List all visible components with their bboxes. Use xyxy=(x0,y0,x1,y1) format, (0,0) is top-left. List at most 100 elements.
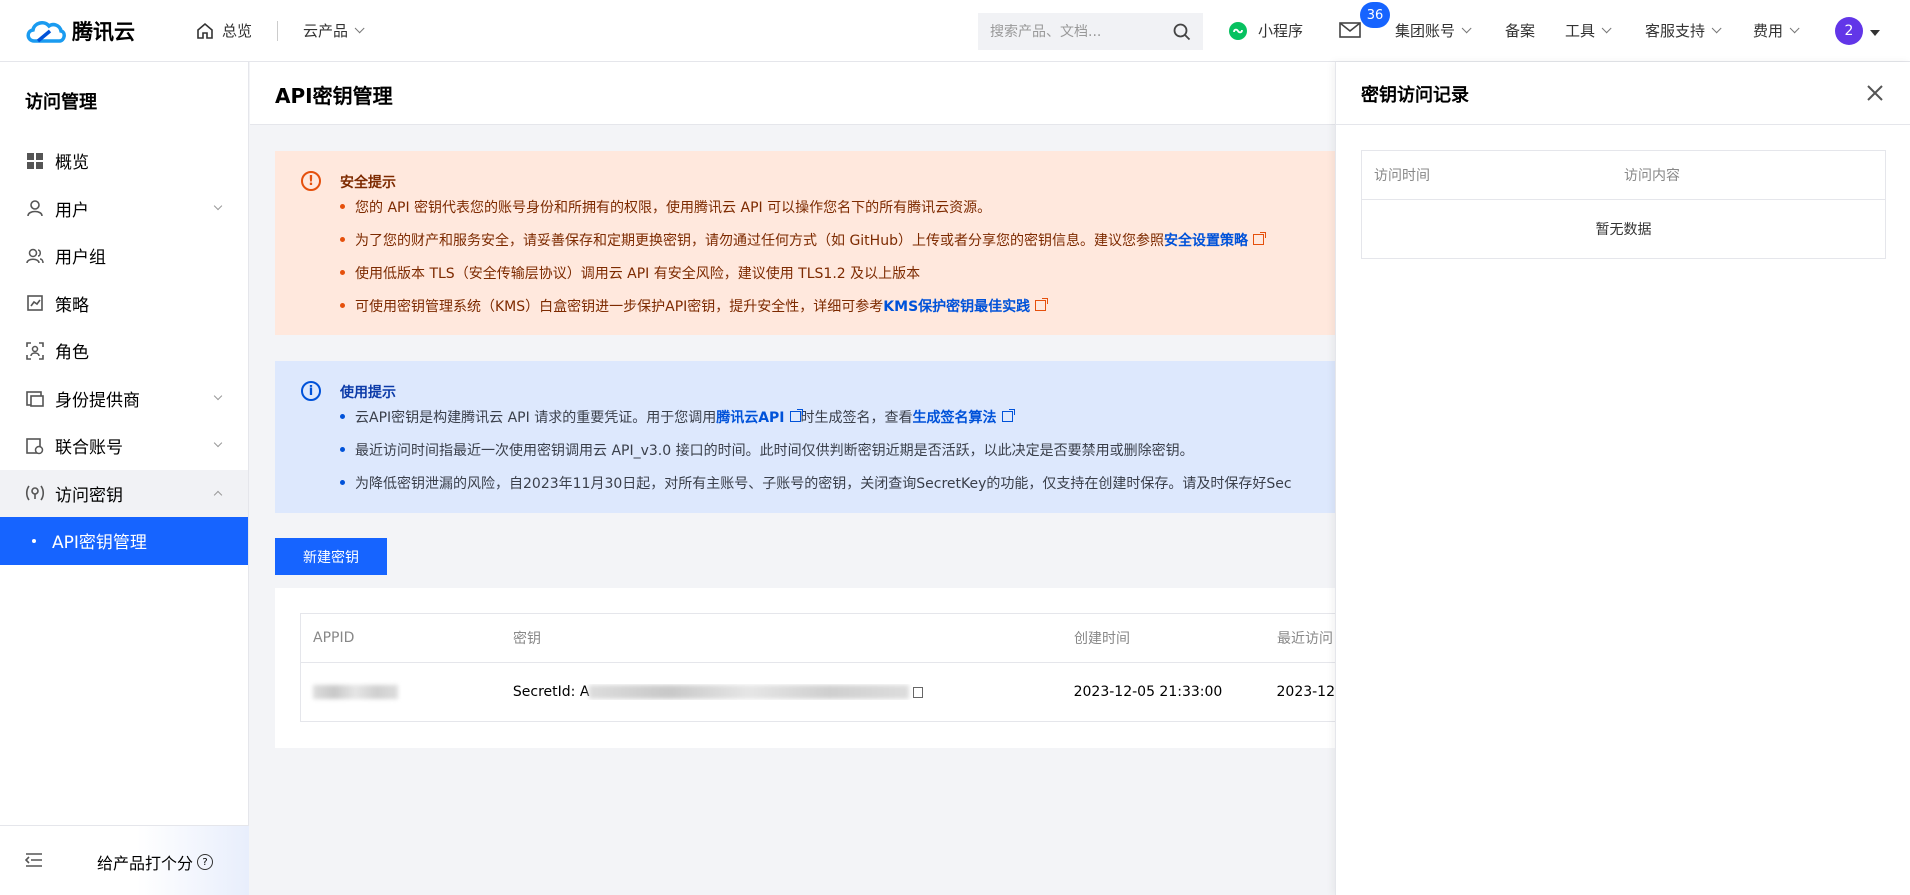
group-account-menu[interactable]: 集团账号 xyxy=(1395,20,1472,41)
sidebar-item-label: 策略 xyxy=(55,295,89,316)
key-icon xyxy=(25,483,45,503)
new-key-button[interactable]: 新建密钥 xyxy=(275,538,387,575)
usage-notice-line: 为降低密钥泄漏的风险，自2023年11月30日起，对所有主账号、子账号的密钥，关… xyxy=(340,473,1292,493)
mini-program-link[interactable]: 小程序 xyxy=(1228,20,1303,41)
sidebar-item-roles[interactable]: 角色 xyxy=(0,327,248,375)
sidebar-item-label: 用户 xyxy=(55,200,89,221)
warning-icon: ! xyxy=(301,171,321,191)
sidebar-item-label: 联合账号 xyxy=(55,438,123,459)
rate-product-label: 给产品打个分 xyxy=(97,854,194,873)
tools-menu[interactable]: 工具 xyxy=(1565,20,1612,41)
user-group-icon xyxy=(25,246,45,266)
security-notice: ! 安全提示 您的 API 密钥代表您的账号身份和所拥有的权限，使用腾讯云 AP… xyxy=(275,151,1335,335)
federated-account-icon xyxy=(25,436,45,456)
role-icon xyxy=(25,341,45,361)
avatar-dropdown-icon[interactable] xyxy=(1870,24,1880,40)
sidebar-item-user-groups[interactable]: 用户组 xyxy=(0,232,248,280)
close-icon[interactable] xyxy=(1866,84,1884,102)
security-settings-link[interactable]: 安全设置策略 xyxy=(1164,233,1248,249)
rate-product-button[interactable]: 给产品打个分 ? xyxy=(97,850,214,874)
security-notice-line: 可使用密钥管理系统（KMS）白盒密钥进一步保护API密钥，提升安全性，详细可参考… xyxy=(340,296,1049,316)
mail-icon xyxy=(1339,22,1361,38)
security-notice-line: 使用低版本 TLS（安全传输层协议）调用云 API 有安全风险，建议使用 TLS… xyxy=(340,263,920,283)
usage-notice-line: 最近访问时间指最近一次使用密钥调用云 API_v3.0 接口的时间。此时间仅供判… xyxy=(340,440,1194,460)
user-avatar[interactable]: 2 xyxy=(1835,17,1863,45)
sidebar-item-identity-providers[interactable]: 身份提供商 xyxy=(0,375,248,423)
logo-text: 腾讯云 xyxy=(72,19,135,44)
table-header-row: APPID 密钥 创建时间 最近访问 xyxy=(301,614,1335,663)
keys-table-card: APPID 密钥 创建时间 最近访问 SecretId: A 2023-12-0… xyxy=(275,588,1335,748)
info-icon: i xyxy=(301,381,321,401)
usage-notice-title: 使用提示 xyxy=(340,385,396,401)
usage-notice: i 使用提示 云API密钥是构建腾讯云 API 请求的重要凭证。用于您调用腾讯云… xyxy=(275,361,1335,513)
column-header-access-time: 访问时间 xyxy=(1374,168,1430,184)
usage-notice-line: 云API密钥是构建腾讯云 API 请求的重要凭证。用于您调用腾讯云API 时生成签… xyxy=(340,407,1015,427)
table-header-row: 访问时间 访问内容 xyxy=(1362,151,1885,200)
keys-table: APPID 密钥 创建时间 最近访问 SecretId: A 2023-12-0… xyxy=(300,613,1335,722)
empty-state: 暂无数据 xyxy=(1595,222,1652,238)
nav-cloud-products[interactable]: 云产品 xyxy=(303,20,365,41)
column-header-key: 密钥 xyxy=(513,631,541,647)
search-icon[interactable] xyxy=(1173,23,1191,41)
filing-link[interactable]: 备案 xyxy=(1505,20,1535,41)
mail-count-badge: 36 xyxy=(1360,2,1390,28)
external-link-icon xyxy=(1001,408,1015,422)
sidebar-item-policies[interactable]: 策略 xyxy=(0,280,248,328)
column-header-created: 创建时间 xyxy=(1074,631,1130,647)
signature-algorithm-link[interactable]: 生成签名算法 xyxy=(913,410,997,426)
nav-overview-label: 总览 xyxy=(222,22,253,40)
column-header-appid: APPID xyxy=(313,630,355,646)
home-icon xyxy=(197,22,213,39)
chevron-up-icon xyxy=(213,490,223,499)
sidebar-title: 访问管理 xyxy=(25,92,97,113)
mail-button[interactable] xyxy=(1339,22,1361,38)
sidebar-item-label: 角色 xyxy=(55,343,89,364)
access-log-table: 访问时间 访问内容 暂无数据 xyxy=(1361,150,1886,259)
billing-label: 费用 xyxy=(1753,22,1784,40)
external-link-icon xyxy=(1035,297,1049,311)
search-input[interactable] xyxy=(990,23,1160,40)
sidebar-item-access-keys[interactable]: 访问密钥 xyxy=(0,469,248,517)
sidebar-item-label: 用户组 xyxy=(55,248,106,269)
security-notice-title: 安全提示 xyxy=(340,175,396,191)
tools-label: 工具 xyxy=(1565,22,1596,40)
sidebar-item-overview[interactable]: 概览 xyxy=(0,137,248,185)
sidebar: 访问管理 概览 用户 用户组 策略 角色 身份提供商 联合账号 访问密钥 API… xyxy=(0,62,249,895)
billing-menu[interactable]: 费用 xyxy=(1753,20,1800,41)
external-link-icon xyxy=(789,408,803,422)
table-row: SecretId: A 2023-12-05 21:33:00 2023-12 xyxy=(301,663,1335,721)
column-header-access-content: 访问内容 xyxy=(1624,168,1680,184)
drawer-header: 密钥访问记录 xyxy=(1336,62,1910,125)
sidebar-item-api-key-management[interactable]: API密钥管理 xyxy=(0,517,248,565)
policy-icon xyxy=(25,293,45,313)
tencent-cloud-logo[interactable]: 腾讯云 xyxy=(24,16,154,46)
secret-id-label: SecretId: A xyxy=(512,684,590,700)
redacted-secret-id xyxy=(589,685,910,699)
nav-overview[interactable]: 总览 xyxy=(196,20,252,41)
chevron-down-icon xyxy=(213,438,223,448)
sidebar-item-federated-accounts[interactable]: 联合账号 xyxy=(0,422,248,470)
sidebar-item-label: API密钥管理 xyxy=(52,533,147,554)
column-header-last-access: 最近访问 xyxy=(1277,631,1333,647)
copy-icon[interactable] xyxy=(913,686,924,698)
top-navbar: 腾讯云 总览 云产品 xyxy=(0,0,1910,62)
sidebar-item-users[interactable]: 用户 xyxy=(0,185,248,233)
sidebar-footer: 给产品打个分 ? xyxy=(0,825,249,895)
last-access-cell: 2023-12 xyxy=(1276,684,1336,700)
kms-best-practice-link[interactable]: KMS保护密钥最佳实践 xyxy=(883,299,1030,315)
sidebar-item-label: 身份提供商 xyxy=(55,390,140,411)
mini-program-icon xyxy=(1229,21,1247,40)
tencent-cloud-api-link[interactable]: 腾讯云API xyxy=(716,410,784,426)
search-box xyxy=(978,13,1203,50)
cloud-logo-icon xyxy=(26,20,66,43)
support-menu[interactable]: 客服支持 xyxy=(1645,20,1722,41)
collapse-sidebar-icon[interactable] xyxy=(25,852,43,868)
page-header: API密钥管理 xyxy=(250,62,1335,125)
security-notice-line: 您的 API 密钥代表您的账号身份和所拥有的权限，使用腾讯云 API 可以操作您… xyxy=(340,197,991,217)
sidebar-item-label: 访问密钥 xyxy=(55,485,123,506)
nav-cloud-products-label: 云产品 xyxy=(303,22,349,40)
identity-provider-icon xyxy=(25,388,45,408)
redacted-appid xyxy=(313,685,398,699)
created-time-cell: 2023-12-05 21:33:00 xyxy=(1073,684,1223,700)
page-title: API密钥管理 xyxy=(275,84,393,108)
